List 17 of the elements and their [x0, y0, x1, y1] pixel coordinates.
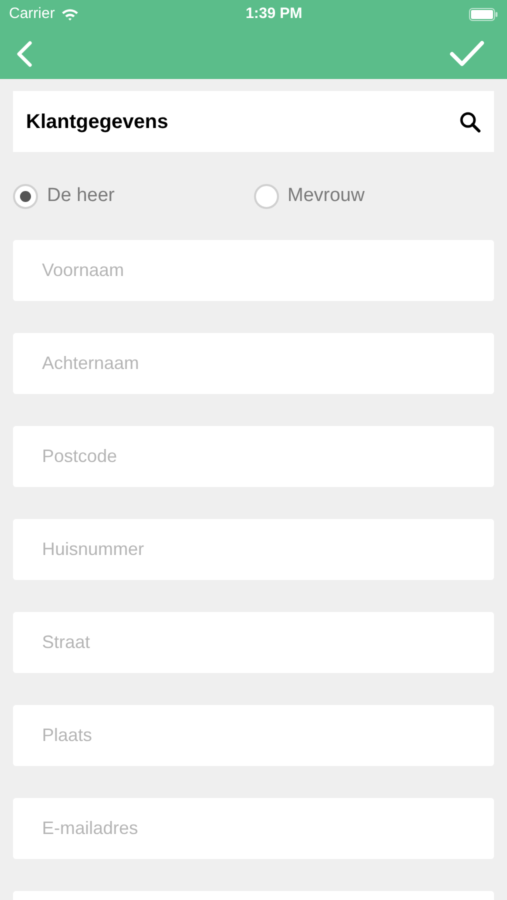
carrier-label: Carrier	[9, 4, 55, 24]
input-field[interactable]: Voornaam	[13, 240, 494, 301]
back-button[interactable]	[14, 40, 34, 68]
battery-icon	[468, 8, 498, 20]
input-field[interactable]: E-mailadres	[13, 798, 494, 859]
wifi-icon	[60, 8, 79, 20]
section-title: Klantgegevens	[26, 110, 168, 134]
search-button[interactable]	[459, 110, 481, 132]
radio-option[interactable]: Mevrouw	[254, 182, 494, 210]
input-field[interactable]: Plaats	[13, 705, 494, 766]
input-field[interactable]: Huisnummer	[13, 519, 494, 580]
input-field[interactable]: Achternaam	[13, 333, 494, 394]
input-field[interactable]: Postcode	[13, 426, 494, 487]
radio-option[interactable]: De heer	[13, 182, 254, 210]
input-field[interactable]: Straat	[13, 612, 494, 673]
confirm-button[interactable]	[449, 40, 485, 68]
status-time: 1:39 PM	[246, 4, 302, 24]
